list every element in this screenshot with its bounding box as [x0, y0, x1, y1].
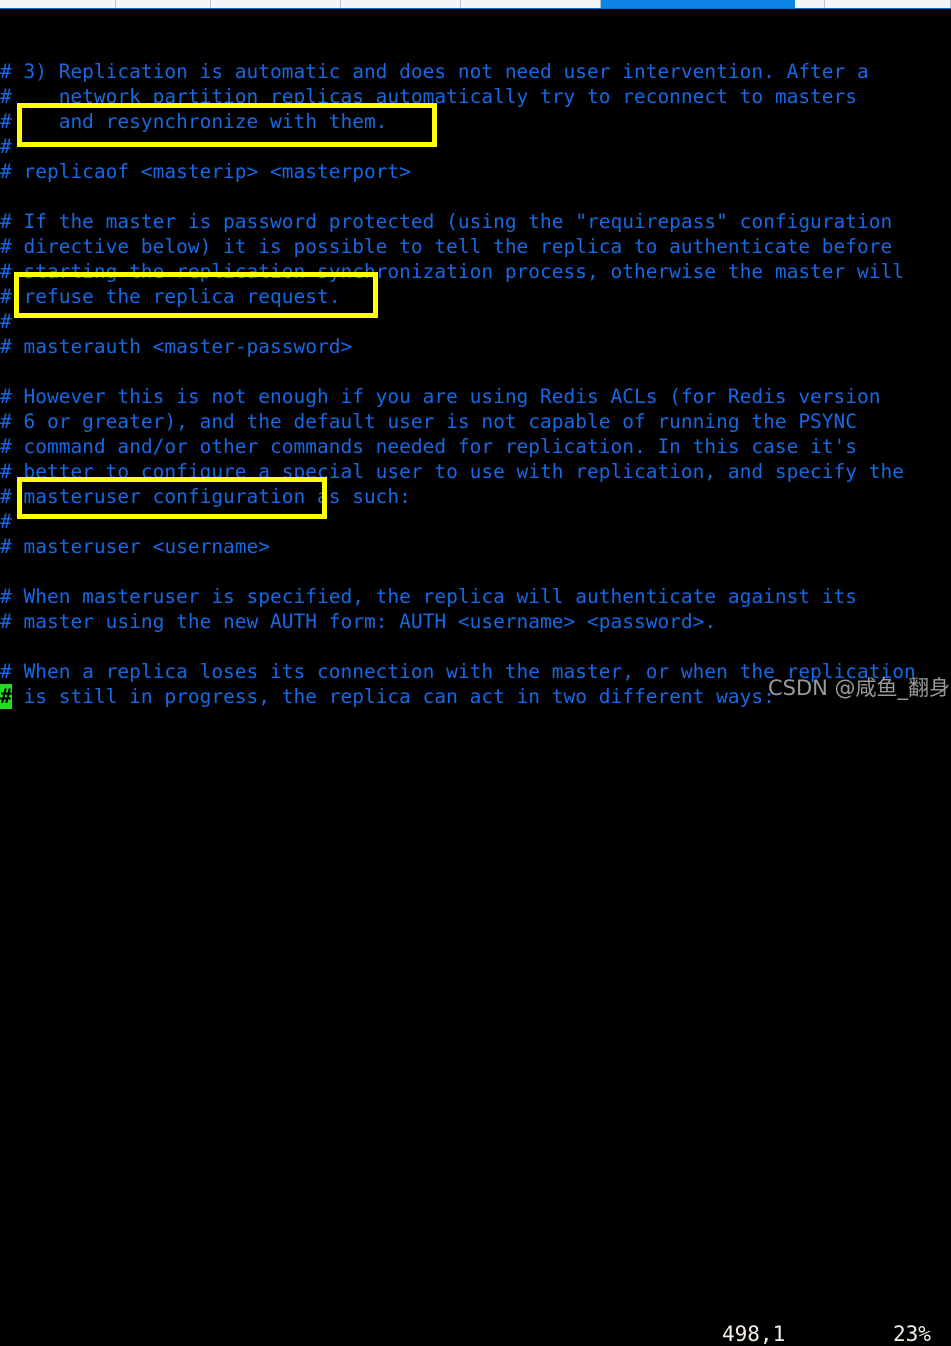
browser-tab-5[interactable]: [461, 0, 601, 8]
vim-status-line: 498,1 23%: [0, 660, 951, 1346]
cursor-position-indicator: 498,1: [722, 1322, 786, 1346]
terminal-line: # masteruser configuration as such:: [0, 485, 411, 508]
terminal-line: # replicaof <masterip> <masterport>: [0, 160, 411, 183]
terminal-line: # better to configure a special user to …: [0, 460, 904, 483]
terminal-line: # masterauth <master-password>: [0, 335, 353, 358]
terminal-line: # When masteruser is specified, the repl…: [0, 585, 858, 608]
terminal-line: # master using the new AUTH form: AUTH <…: [0, 610, 717, 633]
terminal-line: # masteruser <username>: [0, 535, 271, 558]
browser-tab-7[interactable]: [795, 0, 825, 8]
browser-tab-strip: [0, 0, 951, 9]
terminal-line: # command and/or other commands needed f…: [0, 435, 858, 458]
terminal-text-area[interactable]: # 3) Replication is automatic and does n…: [0, 9, 951, 709]
terminal-line: # 6 or greater), and the default user is…: [0, 410, 858, 433]
browser-tab-1[interactable]: [0, 0, 116, 8]
terminal-line: # directive below) it is possible to tel…: [0, 235, 893, 258]
terminal-line: #: [0, 510, 12, 533]
terminal-line: # refuse the replica request.: [0, 285, 341, 308]
terminal-line: # and resynchronize with them.: [0, 110, 388, 133]
browser-tab-4[interactable]: [341, 0, 461, 8]
browser-tab-3[interactable]: [211, 0, 341, 8]
browser-tab-2[interactable]: [116, 0, 211, 8]
terminal-line: # 3) Replication is automatic and does n…: [0, 60, 869, 83]
terminal-line: #: [0, 310, 12, 333]
terminal-line: # starting the replication synchronizati…: [0, 260, 904, 283]
terminal-line: # If the master is password protected (u…: [0, 210, 893, 233]
scroll-percent-indicator: 23%: [893, 1322, 931, 1346]
terminal-line: # network partition replicas automatical…: [0, 85, 858, 108]
browser-tab-6[interactable]: [601, 0, 795, 8]
terminal-line: #: [0, 135, 12, 158]
terminal-lines: # 3) Replication is automatic and does n…: [0, 59, 951, 709]
browser-tab-8[interactable]: [825, 0, 951, 8]
terminal-line: # However this is not enough if you are …: [0, 385, 881, 408]
